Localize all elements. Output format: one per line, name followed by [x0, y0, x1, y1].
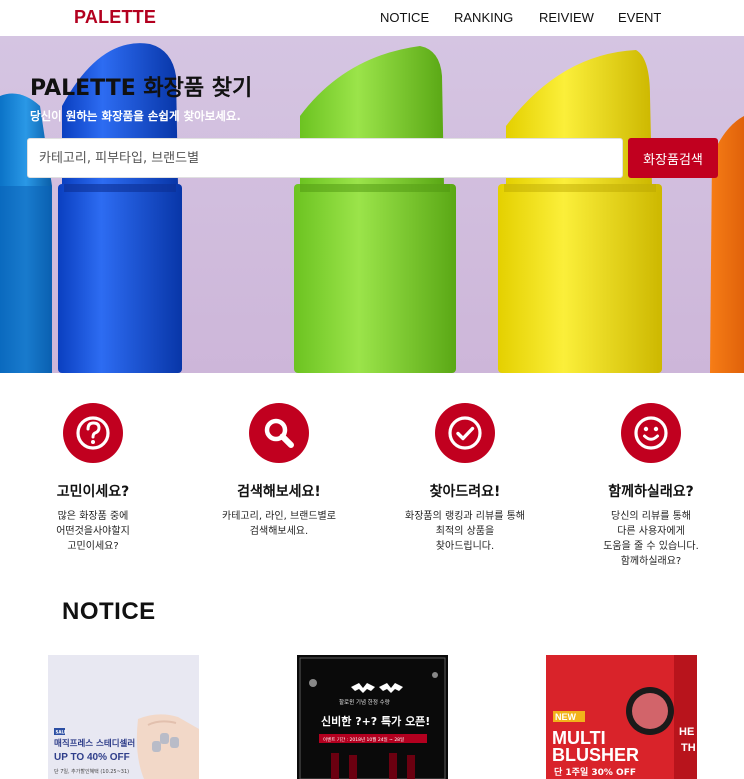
nav-links: NOTICE RANKING REIVIEW EVENT [344, 10, 744, 30]
search-input[interactable] [28, 139, 622, 177]
feature-circle [249, 403, 309, 463]
top-nav: PALETTE NOTICE RANKING REIVIEW EVENT [0, 0, 744, 36]
feature-circle [435, 403, 495, 463]
nav-link-ranking[interactable]: RANKING [454, 10, 513, 25]
card1-headline: UP TO 40% OFF [54, 752, 130, 763]
feature-circle [621, 403, 681, 463]
feature-together: 함께하실래요? 당신의 리뷰를 통해 다른 사용자에게 도움을 줄 수 있습니다… [558, 403, 744, 569]
feature-title: 찾아드려요! [429, 484, 501, 500]
smile-icon [634, 416, 668, 450]
card3-badge: NEW [555, 712, 577, 722]
hero-subtitle: 당신이 원하는 화장품을 손쉽게 찾아보세요. [30, 109, 241, 123]
notice-card[interactable]: 할로윈 기념 한정 수량 신비한 ?+? 특가 오픈! 이벤트 기간 : 201… [297, 655, 448, 779]
nav-link-event[interactable]: EVENT [618, 10, 661, 25]
feature-search: 검색해보세요! 카테고리, 라인, 브랜드별로 검색해보세요. [186, 403, 372, 539]
feature-title: 함께하실래요? [608, 484, 694, 500]
features-section: 고민이세요? 많은 화장품 중에 어떤것을사야할지 고민이세요? 검색해보세요!… [0, 373, 744, 573]
notice-card-image: 할로윈 기념 한정 수량 신비한 ?+? 특가 오픈! 이벤트 기간 : 201… [297, 655, 448, 779]
card1-date: 단 7일, 추가할인혜택 (10.25~31) [54, 768, 129, 775]
notice-heading: NOTICE [62, 598, 156, 625]
card3-date: 단 1주일 30% OFF [554, 766, 636, 778]
feature-worry: 고민이세요? 많은 화장품 중에 어떤것을사야할지 고민이세요? [0, 403, 186, 554]
notice-card[interactable]: NEW MULTI BLUSHER 단 1주일 30% OFF HE TH [546, 655, 697, 779]
card1-title: 매직프레스 스테디셀러 [54, 738, 135, 749]
feature-title: 검색해보세요! [237, 484, 321, 500]
logo[interactable]: PALETTE [74, 7, 156, 28]
card2-brand: 할로윈 기념 한정 수량 [339, 698, 390, 706]
question-icon [76, 416, 110, 450]
feature-desc: 많은 화장품 중에 어떤것을사야할지 고민이세요? [56, 511, 130, 552]
check-icon [448, 416, 482, 450]
feature-circle [63, 403, 123, 463]
feature-desc: 당신의 리뷰를 통해 다른 사용자에게 도움을 줄 수 있습니다. 함께하실래요… [603, 511, 699, 567]
card3-side: HE [679, 726, 694, 738]
search-icon [264, 418, 294, 448]
feature-find: 찾아드려요! 화장품의 랭킹과 리뷰를 통해 최적의 상품을 찾아드립니다. [372, 403, 558, 554]
notice-card-image: NEW MULTI BLUSHER 단 1주일 30% OFF HE TH [546, 655, 697, 779]
svg-text:BLUSHER: BLUSHER [552, 745, 639, 765]
feature-desc: 화장품의 랭킹과 리뷰를 통해 최적의 상품을 찾아드립니다. [405, 511, 525, 552]
search-box [27, 138, 623, 178]
card2-date: 이벤트 기간 : 2018년 10월 24일 ~ 28일 [323, 736, 404, 743]
hero-banner: PALETTE 화장품 찾기 당신이 원하는 화장품을 손쉽게 찾아보세요. 화… [0, 36, 744, 373]
card1-badge: SALE [56, 730, 68, 735]
nav-link-notice[interactable]: NOTICE [380, 10, 429, 25]
feature-desc: 카테고리, 라인, 브랜드별로 검색해보세요. [222, 511, 336, 537]
search-button[interactable]: 화장품검색 [628, 138, 718, 178]
notice-card-image: SALE 매직프레스 스테디셀러 UP TO 40% OFF 단 7일, 추가할… [48, 655, 199, 779]
nav-link-review[interactable]: REIVIEW [539, 10, 594, 25]
feature-title: 고민이세요? [56, 484, 130, 500]
notice-card[interactable]: SALE 매직프레스 스테디셀러 UP TO 40% OFF 단 7일, 추가할… [48, 655, 199, 779]
svg-text:TH: TH [681, 742, 696, 754]
hero-title: PALETTE 화장품 찾기 [30, 76, 253, 101]
card2-title: 신비한 ?+? 특가 오픈! [321, 714, 430, 728]
